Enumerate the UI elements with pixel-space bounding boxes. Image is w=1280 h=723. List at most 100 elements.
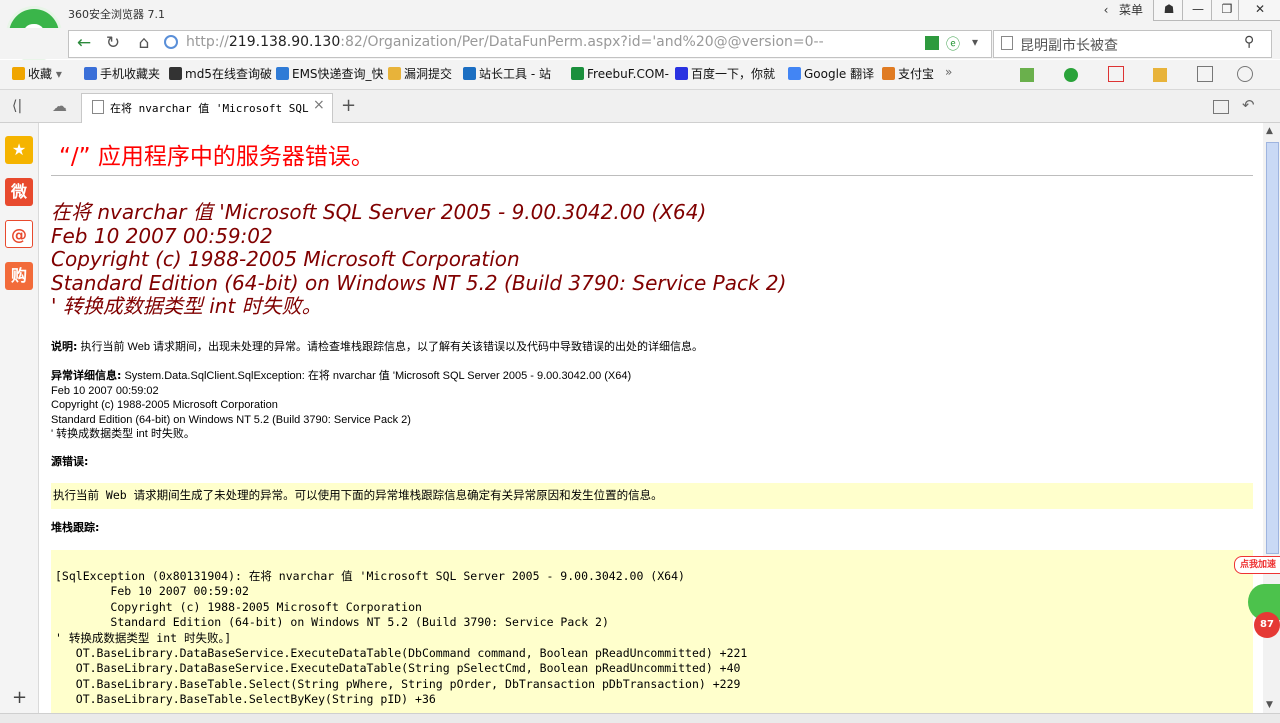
bookmark-item[interactable]: FreebuF.COM-	[571, 66, 669, 83]
bookmark-label: EMS快递查询_快	[292, 67, 384, 81]
more-bookmarks-icon[interactable]: »	[945, 65, 952, 79]
restore-tab-icon[interactable]	[1213, 100, 1229, 114]
exception-line: Copyright (c) 1988-2005 Microsoft Corpor…	[51, 399, 278, 411]
shield-icon[interactable]	[1063, 68, 1078, 82]
bookmark-label: 支付宝	[898, 67, 935, 81]
bookmark-item[interactable]: 手机收藏夹	[84, 66, 160, 83]
bookmark-favicon-icon	[169, 67, 182, 80]
source-error-text: 执行当前 Web 请求期间生成了未处理的异常。可以使用下面的异常堆栈跟踪信息确定…	[53, 488, 663, 502]
bookmark-label: 站长工具 - 站	[479, 67, 551, 81]
skin-icon[interactable]: ☗	[1153, 0, 1185, 21]
bookmark-favicon-icon	[84, 67, 97, 80]
bookmark-label: md5在线查询破	[185, 67, 272, 81]
new-tab-button[interactable]: +	[341, 95, 356, 116]
zoom-icon[interactable]	[1237, 66, 1254, 82]
window-title: 360安全浏览器 7.1	[68, 8, 165, 21]
mail-icon[interactable]: @	[5, 220, 33, 248]
menu-button[interactable]: 菜单	[1116, 0, 1146, 22]
scroll-down-icon[interactable]: ▼	[1266, 700, 1273, 710]
error-line: Standard Edition (64-bit) on Windows NT …	[51, 270, 787, 295]
speed-icon[interactable]: ⓔ	[946, 34, 960, 54]
bookmark-label: 手机收藏夹	[100, 67, 161, 81]
bookmark-favicon-icon	[276, 67, 289, 80]
page-content: “/” 应用程序中的服务器错误。 在将 nvarchar 值 'Microsof…	[39, 123, 1262, 713]
tab-close-button[interactable]: ×	[313, 97, 325, 113]
exception-line: System.Data.SqlClient.SqlException: 在将 n…	[121, 370, 632, 382]
bookmark-favicon-icon	[12, 67, 25, 80]
undo-close-icon[interactable]: ↶	[1242, 96, 1255, 114]
bookmark-item[interactable]: 漏洞提交	[388, 66, 452, 83]
page-title: “/” 应用程序中的服务器错误。	[59, 144, 374, 170]
bookmark-label: Google 翻译	[804, 67, 875, 81]
divider	[51, 175, 1253, 176]
speedup-widget[interactable]: 点我加速 87	[1234, 556, 1280, 656]
search-engine-icon[interactable]	[1001, 36, 1013, 50]
stack-trace-text: [SqlException (0x80131904): 在将 nvarchar …	[55, 569, 748, 707]
page-icon	[92, 100, 104, 114]
home-icon[interactable]: ⌂	[130, 30, 158, 56]
bookmark-favicon-icon	[571, 67, 584, 80]
bookmark-label: FreebuF.COM-	[587, 67, 669, 81]
sidebar-toggle-icon[interactable]: ⟨|	[12, 98, 22, 114]
close-window-button[interactable]: ✕	[1238, 0, 1280, 21]
refresh-icon[interactable]: ↻	[99, 30, 127, 56]
bookmark-favicon-icon	[788, 67, 801, 80]
source-error-box: 执行当前 Web 请求期间生成了未处理的异常。可以使用下面的异常堆栈跟踪信息确定…	[51, 483, 1253, 509]
exception-line: Feb 10 2007 00:59:02	[51, 384, 159, 397]
bookmark-favicon-icon	[463, 67, 476, 80]
source-error-label: 源错误:	[51, 455, 89, 468]
description-label: 说明:	[51, 340, 78, 353]
bookmark-favicon-icon	[675, 67, 688, 80]
bookmark-item[interactable]: 百度一下，你就	[675, 66, 775, 83]
bookmark-label: 收藏	[28, 67, 53, 81]
error-line: ' 转换成数据类型 int 时失败。	[51, 294, 322, 318]
screenshot-icon[interactable]	[1197, 66, 1214, 82]
back-arrow-icon[interactable]: ←	[70, 30, 98, 56]
error-line: Feb 10 2007 00:59:02	[51, 223, 273, 248]
favorites-star-icon[interactable]: ★	[5, 136, 33, 164]
shopping-icon[interactable]: 购	[5, 262, 33, 290]
search-icon[interactable]: ⚲	[1244, 34, 1254, 50]
error-line: Copyright (c) 1988-2005 Microsoft Corpor…	[51, 247, 520, 271]
exception-line: ' 转换成数据类型 int 时失败。	[51, 428, 195, 440]
scrollbar-thumb[interactable]	[1266, 142, 1279, 554]
chevron-down-icon[interactable]: ▾	[972, 35, 978, 49]
bookmark-favicon-icon	[388, 67, 401, 80]
title-bar	[0, 0, 1280, 28]
speed-badge[interactable]: 87	[1254, 612, 1280, 638]
chevron-down-icon[interactable]: ▾	[52, 67, 62, 81]
add-sidebar-icon[interactable]: +	[12, 687, 27, 708]
translate-icon[interactable]	[1153, 68, 1168, 82]
apps-icon[interactable]	[1020, 68, 1034, 82]
description: 说明: 执行当前 Web 请求期间，出现未处理的异常。请检查堆栈跟踪信息，以了解…	[51, 340, 703, 355]
tab-title[interactable]: 在将 nvarchar 值 'Microsoft SQL S	[110, 100, 310, 116]
adblock-icon[interactable]	[1107, 66, 1124, 82]
cloud-icon[interactable]: ☁	[52, 97, 67, 115]
weibo-icon[interactable]: 微	[5, 178, 33, 206]
scroll-up-icon[interactable]: ▲	[1266, 126, 1273, 136]
exception-label: 异常详细信息:	[51, 369, 122, 382]
exception-details: 异常详细信息: System.Data.SqlClient.SqlExcepti…	[51, 369, 631, 442]
description-text: 执行当前 Web 请求期间，出现未处理的异常。请检查堆栈跟踪信息，以了解有关该错…	[77, 341, 703, 353]
bookmark-item[interactable]: Google 翻译	[788, 66, 874, 83]
speedup-label[interactable]: 点我加速	[1234, 556, 1280, 574]
chevron-left-icon[interactable]: ‹	[1098, 0, 1114, 22]
bookmark-item[interactable]: 收藏 ▾	[12, 66, 62, 83]
minimize-button[interactable]: —	[1182, 0, 1214, 21]
bookmark-item[interactable]: EMS快递查询_快	[276, 66, 384, 83]
bookmark-item[interactable]: 站长工具 - 站	[463, 66, 551, 83]
url-text[interactable]: http://219.138.90.130:82/Organization/Pe…	[186, 34, 824, 50]
bookmark-item[interactable]: 支付宝	[882, 66, 934, 83]
extension-icons[interactable]	[1020, 66, 1270, 82]
qr-code-icon[interactable]	[925, 36, 939, 50]
bookmark-favicon-icon	[882, 67, 895, 80]
search-input[interactable]: 昆明副市长被查	[1020, 35, 1118, 55]
exception-line: Standard Edition (64-bit) on Windows NT …	[51, 413, 411, 426]
error-line: 在将 nvarchar 值 'Microsoft SQL Server 2005…	[51, 200, 707, 224]
stack-trace-box: [SqlException (0x80131904): 在将 nvarchar …	[51, 550, 1253, 713]
bookmark-item[interactable]: md5在线查询破	[169, 66, 272, 83]
globe-icon	[164, 35, 178, 49]
bookmark-label: 百度一下，你就	[691, 67, 776, 81]
stack-trace-label: 堆栈跟踪:	[51, 521, 100, 534]
side-bar	[0, 123, 39, 722]
